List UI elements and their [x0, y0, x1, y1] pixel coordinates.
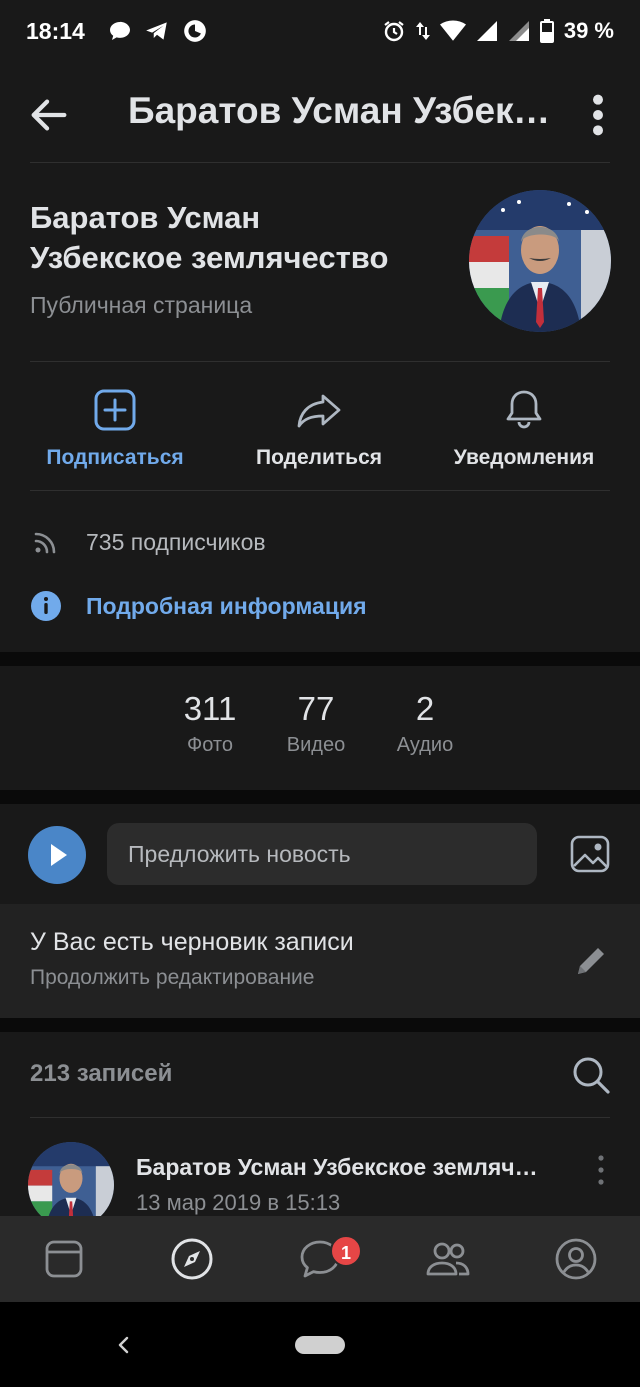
system-navigation-bar — [0, 1302, 640, 1387]
play-icon — [51, 844, 67, 866]
signal-2-icon — [508, 21, 529, 41]
post-more-icon[interactable] — [590, 1152, 612, 1188]
subscribe-label: Подписаться — [46, 446, 184, 469]
play-button[interactable] — [28, 826, 86, 884]
notifications-label: Уведомления — [453, 446, 595, 469]
share-button[interactable]: Поделиться — [219, 380, 419, 480]
info-icon — [31, 591, 61, 621]
draft-banner[interactable]: У Вас есть черновик записи Продолжить ре… — [0, 904, 640, 1018]
details-row[interactable]: Подробная информация — [30, 590, 367, 622]
header-divider — [30, 162, 610, 163]
videos-label: Видео — [286, 734, 346, 756]
profile-tab-icon[interactable] — [553, 1236, 599, 1282]
explore-tab-icon[interactable] — [169, 1236, 215, 1282]
bell-icon — [506, 390, 542, 429]
system-home-pill[interactable] — [295, 1336, 345, 1354]
battery-icon — [539, 19, 554, 43]
audio-count: 2 — [415, 690, 435, 727]
system-back-icon[interactable] — [112, 1332, 136, 1358]
share-label: Поделиться — [255, 446, 383, 469]
videos-count: 77 — [297, 690, 335, 727]
notifications-button[interactable]: Уведомления — [424, 380, 624, 480]
actions-divider — [30, 490, 610, 491]
followers-row[interactable]: 735 подписчиков — [30, 526, 266, 558]
audio-counter[interactable]: 2 Аудио — [370, 690, 480, 757]
photos-label: Фото — [187, 734, 233, 756]
rss-icon — [34, 532, 56, 554]
community-name: Баратов Усман Узбекское землячество — [30, 198, 450, 278]
community-name-line1: Баратов Усман — [30, 200, 261, 235]
draft-subtitle: Продолжить редактирование — [30, 966, 315, 989]
audio-label: Аудио — [396, 734, 454, 756]
community-name-line2: Узбекское землячество — [30, 240, 389, 275]
data-arrows-icon — [415, 22, 430, 40]
photos-count: 311 — [183, 690, 237, 727]
section-separator — [0, 652, 640, 666]
status-right: 39 % — [382, 18, 614, 44]
pencil-icon[interactable] — [572, 942, 610, 980]
status-time: 18:14 — [26, 18, 85, 44]
search-icon[interactable] — [570, 1054, 612, 1096]
photos-counter[interactable]: 311 Фото — [155, 690, 265, 757]
signal-icon — [476, 21, 497, 41]
videos-counter[interactable]: 77 Видео — [261, 690, 371, 757]
posts-divider — [30, 1117, 610, 1118]
post-date: 13 мар 2019 в 15:13 — [136, 1190, 341, 1215]
draft-title: У Вас есть черновик записи — [30, 928, 354, 956]
image-attach-icon[interactable] — [568, 832, 612, 876]
suggest-news-input[interactable]: Предложить новость — [107, 823, 537, 885]
alarm-icon — [384, 21, 404, 42]
plus-square-icon — [94, 389, 136, 431]
section-separator — [0, 1018, 640, 1032]
messages-badge: 1 — [330, 1235, 362, 1267]
more-vertical-icon[interactable] — [578, 92, 618, 138]
post-author-name[interactable]: Баратов Усман Узбекское землячество — [136, 1154, 546, 1181]
page-title: Баратов Усман Узбекское землячество — [128, 90, 556, 131]
wifi-icon — [439, 20, 466, 41]
friends-tab-icon[interactable] — [425, 1236, 471, 1282]
status-bar: 18:14 39 % — [0, 0, 640, 64]
telegram-icon — [146, 22, 167, 40]
community-type: Публичная страница — [30, 292, 253, 318]
top-app-bar: Баратов Усман Узбекское землячество — [0, 64, 640, 164]
share-icon — [297, 394, 341, 428]
bottom-tab-bar — [0, 1216, 640, 1302]
chat-bubble-icon — [110, 21, 130, 40]
section-separator — [0, 790, 640, 804]
followers-count: 735 подписчиков — [86, 528, 266, 555]
back-arrow-icon[interactable] — [26, 92, 72, 138]
news-tab-icon[interactable] — [41, 1236, 87, 1282]
app-icon — [184, 20, 206, 42]
posts-count: 213 записей — [30, 1060, 173, 1087]
status-notification-icons — [108, 18, 208, 44]
profile-divider — [30, 361, 610, 362]
community-avatar[interactable] — [469, 190, 611, 332]
details-link[interactable]: Подробная информация — [86, 593, 367, 620]
subscribe-button[interactable]: Подписаться — [15, 380, 215, 480]
battery-percent: 39 % — [563, 18, 614, 43]
